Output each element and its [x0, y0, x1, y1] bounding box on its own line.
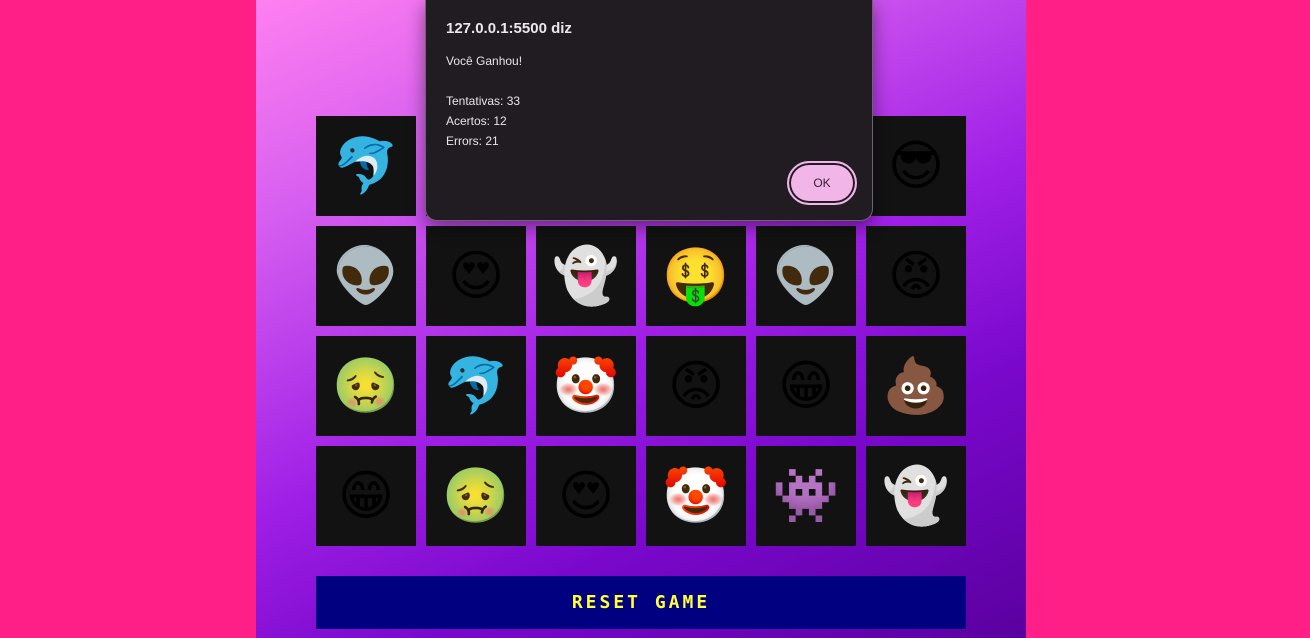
alert-title: 127.0.0.1:5500 diz — [446, 20, 572, 37]
memory-card[interactable]: 👽 — [316, 226, 416, 326]
alert-message-line: Você Ganhou! — [446, 54, 523, 68]
alert-message-line — [446, 71, 522, 91]
memory-card[interactable]: 🐬 — [316, 116, 416, 216]
memory-card[interactable]: 👻 — [536, 226, 636, 326]
memory-card[interactable]: 😡 — [866, 226, 966, 326]
pile-of-poo-icon: 💩 — [882, 354, 950, 417]
memory-card[interactable]: 😡 — [646, 336, 746, 436]
dolphin-icon: 🐬 — [442, 354, 510, 417]
alien-monster-icon: 👾 — [772, 464, 840, 527]
memory-card[interactable]: 👻 — [866, 446, 966, 546]
memory-card[interactable]: 😁 — [756, 336, 856, 436]
memory-card[interactable]: 👽 — [756, 226, 856, 326]
memory-card[interactable]: 🤢 — [316, 336, 416, 436]
angry-face-icon: 😡 — [667, 354, 725, 417]
memory-card[interactable]: 😎 — [866, 116, 966, 216]
memory-card[interactable]: 💩 — [866, 336, 966, 436]
smiling-face-with-sunglasses-icon: 😎 — [887, 134, 945, 197]
dolphin-icon: 🐬 — [332, 134, 400, 197]
alien-icon: 👽 — [772, 244, 840, 307]
memory-card[interactable]: 🤡 — [646, 446, 746, 546]
alert-message-line: Acertos: 12 — [446, 114, 507, 128]
money-mouth-face-icon: 🤑 — [662, 244, 730, 307]
memory-card[interactable]: 😍 — [536, 446, 636, 546]
nauseated-face-icon: 🤢 — [332, 354, 400, 417]
memory-card[interactable]: 😁 — [316, 446, 416, 546]
memory-card[interactable]: 🤢 — [426, 446, 526, 546]
memory-card[interactable]: 👾 — [756, 446, 856, 546]
memory-card[interactable]: 🐬 — [426, 336, 526, 436]
heart-eyes-icon: 😍 — [557, 464, 615, 527]
alert-message: Você Ganhou! Tentativas: 33 Acertos: 12 Err… — [446, 51, 522, 151]
clown-face-icon: 🤡 — [662, 464, 730, 527]
memory-card[interactable]: 🤡 — [536, 336, 636, 436]
clown-face-icon: 🤡 — [552, 354, 620, 417]
ghost-icon: 👻 — [882, 464, 950, 527]
grinning-face-icon: 😁 — [337, 464, 395, 527]
heart-eyes-icon: 😍 — [447, 244, 505, 307]
alert-dialog: 127.0.0.1:5500 diz Você Ganhou! Tentativa… — [425, 0, 873, 221]
alien-icon: 👽 — [332, 244, 400, 307]
alert-message-line: Tentativas: 33 — [446, 94, 521, 108]
angry-face-icon: 😡 — [887, 244, 945, 307]
memory-card[interactable]: 😍 — [426, 226, 526, 326]
ghost-icon: 👻 — [552, 244, 620, 307]
nauseated-face-icon: 🤢 — [442, 464, 510, 527]
grinning-face-icon: 😁 — [777, 354, 835, 417]
memory-card[interactable]: 🤑 — [646, 226, 746, 326]
ok-button[interactable]: OK — [787, 161, 857, 205]
reset-game-button[interactable]: RESET GAME — [316, 576, 966, 629]
alert-message-line: Errors: 21 — [446, 134, 499, 148]
